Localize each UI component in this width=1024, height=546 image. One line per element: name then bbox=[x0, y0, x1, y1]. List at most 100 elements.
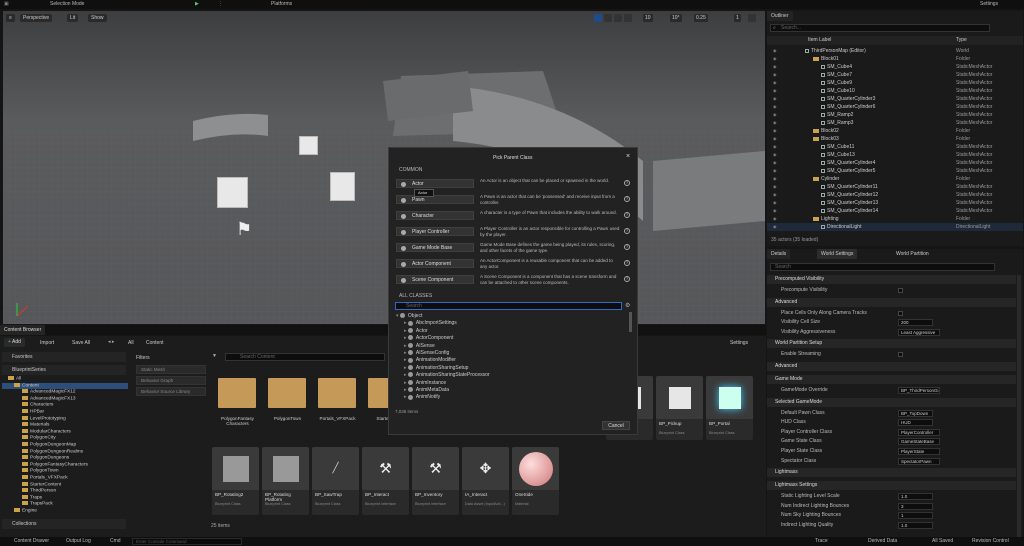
folder-tree-item[interactable]: ThirdPerson bbox=[2, 488, 128, 495]
property-value[interactable]: PlayerState bbox=[898, 448, 940, 455]
save-all-button[interactable]: Save All bbox=[72, 340, 90, 346]
folder-tree-item[interactable]: PolygonDungeons bbox=[2, 455, 128, 462]
visibility-icon[interactable]: ◉ bbox=[773, 79, 777, 87]
asset-tile[interactable]: OneSide Material bbox=[512, 447, 559, 515]
content-drawer-button[interactable]: Content Drawer bbox=[14, 538, 49, 544]
visibility-icon[interactable]: ◉ bbox=[773, 175, 777, 183]
property-value[interactable]: 1.0 bbox=[898, 522, 933, 529]
class-list-item[interactable]: ▸ AnimNotify bbox=[396, 393, 440, 400]
outliner-row[interactable]: ◉ Lighting Folder bbox=[767, 215, 1023, 223]
details-section-header[interactable]: Precomputed Visibility bbox=[767, 275, 1016, 284]
all-saved-button[interactable]: All Saved bbox=[932, 538, 953, 544]
asset-tile[interactable]: BP_Rotating2 Blueprint Class bbox=[212, 447, 259, 515]
outliner-row[interactable]: ◉ SM_QuarterCylinder4 StaticMeshActor bbox=[767, 159, 1023, 167]
folder-tree-item[interactable]: TrapsPack bbox=[2, 501, 128, 508]
property-value[interactable]: GameStateBase bbox=[898, 438, 940, 446]
outliner-tab[interactable]: Outliner bbox=[767, 11, 793, 21]
folder-tree-item[interactable]: HPBar bbox=[2, 409, 128, 416]
outliner-row[interactable]: ◉ SM_QuarterCylinder3 StaticMeshActor bbox=[767, 95, 1023, 103]
property-value[interactable]: PlayerController bbox=[898, 428, 940, 436]
filter-behavior-source-library[interactable]: Behavior Source Library bbox=[136, 387, 206, 396]
help-icon[interactable]: ? bbox=[624, 244, 630, 250]
add-button[interactable]: + Add bbox=[4, 338, 25, 347]
outliner-row[interactable]: ◉ SM_Cube9 StaticMeshActor bbox=[767, 79, 1023, 87]
common-class-button[interactable]: Character bbox=[396, 211, 474, 220]
folder-tree-item[interactable]: Characters bbox=[2, 402, 128, 409]
folder-tree-item[interactable]: PolygonFantasyCharacters bbox=[2, 461, 128, 469]
cube-actor[interactable] bbox=[330, 172, 355, 201]
asset-tile[interactable]: ⚒ BP_Interact Blueprint Interface bbox=[362, 447, 409, 515]
visibility-icon[interactable]: ◉ bbox=[773, 63, 777, 71]
outliner-row[interactable]: ◉ SM_Cube13 StaticMeshActor bbox=[767, 151, 1023, 159]
visibility-icon[interactable]: ◉ bbox=[773, 87, 777, 95]
folder-tree-item[interactable]: PolygonTown bbox=[2, 468, 128, 475]
platforms-dropdown[interactable]: Platforms bbox=[271, 1, 292, 7]
visibility-icon[interactable]: ◉ bbox=[773, 151, 777, 159]
details-section-header[interactable]: Lightmass Settings bbox=[767, 481, 1016, 491]
details-section-header[interactable]: Advanced bbox=[767, 297, 1016, 307]
breadcrumb-all[interactable]: All bbox=[128, 340, 134, 346]
outliner-row[interactable]: ◉ Block03 Folder bbox=[767, 135, 1023, 143]
details-search-input[interactable]: Search bbox=[770, 263, 995, 271]
close-icon[interactable]: × bbox=[626, 153, 630, 160]
asset-tile[interactable]: ╱ BP_SawTrap Blueprint Class bbox=[312, 447, 359, 515]
folder-tree-item[interactable]: PolygonDungeonMap bbox=[2, 442, 128, 449]
property-value[interactable]: Least Aggressive bbox=[898, 328, 940, 336]
visibility-icon[interactable]: ◉ bbox=[773, 111, 777, 119]
play-icon[interactable]: ▶ bbox=[195, 1, 199, 7]
selection-mode-dropdown[interactable]: Selection Mode bbox=[50, 1, 84, 7]
visibility-icon[interactable]: ◉ bbox=[773, 191, 777, 199]
outliner-row[interactable]: ◉ SM_Ramp2 StaticMeshActor bbox=[767, 111, 1023, 119]
trace-button[interactable]: Trace bbox=[815, 538, 828, 544]
property-checkbox[interactable] bbox=[898, 288, 903, 293]
folder-tree-item[interactable]: ModularCharacters bbox=[2, 428, 128, 436]
asset-tile[interactable]: ✥ IA_Interact Data Asset (InputActi...) bbox=[462, 447, 509, 515]
outliner-row[interactable]: ◉ SM_Cube11 StaticMeshActor bbox=[767, 143, 1023, 151]
property-checkbox[interactable] bbox=[898, 310, 903, 316]
folder-tree-item[interactable]: PolygonCity bbox=[2, 435, 128, 442]
common-class-button[interactable]: Pawn bbox=[396, 195, 474, 204]
project-section[interactable]: BlueprintSeries bbox=[2, 365, 126, 375]
more-icon[interactable]: ⋮ bbox=[218, 1, 223, 7]
outliner-row[interactable]: ◉ SM_QuarterCylinder14 StaticMeshActor bbox=[767, 207, 1023, 215]
visibility-icon[interactable]: ◉ bbox=[773, 135, 777, 143]
visibility-icon[interactable]: ◉ bbox=[773, 215, 777, 223]
details-section-header[interactable]: Lightmass bbox=[767, 468, 1016, 478]
visibility-icon[interactable]: ◉ bbox=[773, 207, 777, 215]
outliner-row[interactable]: ◉ SM_Cube4 StaticMeshActor bbox=[767, 63, 1023, 71]
output-log-button[interactable]: Output Log bbox=[66, 538, 91, 544]
visibility-icon[interactable]: ◉ bbox=[773, 71, 777, 79]
folder-tile[interactable]: Portals_VFXPack bbox=[314, 378, 361, 440]
help-icon[interactable]: ? bbox=[624, 212, 630, 218]
common-class-button[interactable]: Actor bbox=[396, 179, 474, 188]
type-column[interactable]: Type bbox=[956, 37, 967, 43]
cb-settings-button[interactable]: Settings bbox=[730, 340, 748, 346]
player-start-icon[interactable]: ⚑ bbox=[236, 219, 260, 243]
item-label-column[interactable]: Item Label bbox=[808, 37, 831, 43]
content-browser-tab[interactable]: Content Browser bbox=[0, 325, 46, 335]
filter-static-mesh[interactable]: Static Mesh bbox=[136, 365, 206, 374]
outliner-row[interactable]: ◉ SM_QuarterCylinder6 StaticMeshActor bbox=[767, 103, 1023, 111]
asset-tile[interactable]: BP_Pickup Blueprint Class bbox=[656, 376, 703, 440]
folder-tile[interactable]: PolygonTown bbox=[264, 378, 311, 440]
folder-tree-item[interactable]: Traps bbox=[2, 494, 128, 502]
folder-tile[interactable]: PolygonFantasy Characters bbox=[214, 378, 261, 440]
details-section-header[interactable]: Selected GameMode bbox=[767, 397, 1016, 407]
outliner-row[interactable]: ◉ SM_Cube10 StaticMeshActor bbox=[767, 87, 1023, 95]
property-checkbox[interactable] bbox=[898, 352, 903, 358]
outliner-row[interactable]: ◉ SM_QuarterCylinder11 StaticMeshActor bbox=[767, 183, 1023, 191]
filter-icon[interactable]: ▼ bbox=[212, 353, 217, 359]
folder-tree-item[interactable]: Materials bbox=[2, 422, 128, 429]
visibility-icon[interactable]: ◉ bbox=[773, 143, 777, 151]
back-icon[interactable]: ◂ ▸ bbox=[108, 339, 114, 345]
outliner-row[interactable]: ◉ SM_QuarterCylinder13 StaticMeshActor bbox=[767, 199, 1023, 207]
import-button[interactable]: Import bbox=[40, 340, 54, 346]
details-section-header[interactable]: World Partition Setup bbox=[767, 339, 1016, 349]
details-section-header[interactable]: Advanced bbox=[767, 362, 1016, 371]
details-section-header[interactable]: Game Mode bbox=[767, 375, 1016, 384]
cmd-dropdown[interactable]: Cmd bbox=[110, 538, 121, 544]
cube-actor[interactable] bbox=[299, 136, 318, 155]
visibility-icon[interactable]: ◉ bbox=[773, 119, 777, 127]
folder-tree-item[interactable]: StarterContent bbox=[2, 481, 128, 489]
outliner-row[interactable]: ◉ Block02 Folder bbox=[767, 127, 1023, 135]
